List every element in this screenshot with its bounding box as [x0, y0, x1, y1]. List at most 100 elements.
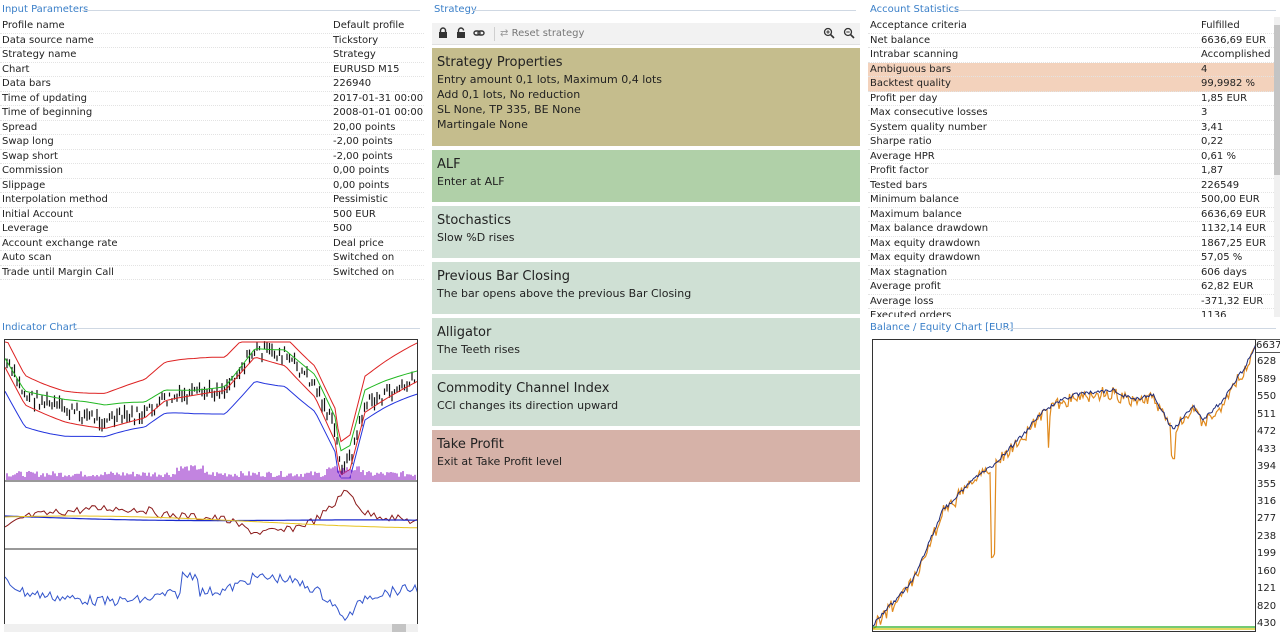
stat-label: Data bars [2, 78, 51, 89]
y-axis-tick-label: 121 [1257, 583, 1277, 595]
zoom-in-icon[interactable] [822, 27, 836, 41]
slot-name: Stochastics [437, 213, 512, 228]
strategy-slot-take-profit[interactable]: Take Profit Exit at Take Profit level [432, 430, 860, 482]
stat-row: Net balance 6636,69 EUR [868, 34, 1274, 48]
stat-value: -2,00 points [333, 136, 393, 147]
stat-label: Max balance drawdown [870, 223, 989, 234]
stat-label: Time of updating [2, 92, 88, 104]
stat-label: Profit per day [870, 92, 938, 104]
stat-row: Ambiguous bars 4 [868, 62, 1274, 77]
y-axis-tick-label: 238 [1257, 530, 1277, 542]
strategy-slot-alligator[interactable]: Alligator The Teeth rises [432, 318, 860, 370]
stat-value: 226940 [333, 78, 372, 89]
zoom-out-icon[interactable] [842, 27, 856, 41]
stat-label: Data source name [2, 34, 94, 46]
unlock-icon[interactable] [454, 27, 468, 41]
slot-name: Previous Bar Closing [437, 269, 570, 284]
indicator-chart[interactable] [4, 339, 418, 629]
stat-row: Backtest quality 99,9982 % [868, 77, 1274, 92]
y-axis-tick-label: 472 [1257, 426, 1277, 438]
stat-value: Tickstory [333, 34, 379, 46]
stat-label: Acceptance criteria [870, 20, 967, 31]
stat-value: 0,22 [1201, 136, 1224, 147]
strategy-title: Strategy [432, 3, 860, 17]
strategy-slot-previous-bar-closing[interactable]: Previous Bar Closing The bar opens above … [432, 262, 860, 314]
account-statistics-panel: Account Statistics Acceptance criteria Fu… [868, 3, 1280, 317]
stat-value: Deal price [333, 237, 384, 249]
stat-row: Commission 0,00 points [0, 164, 424, 179]
toolbar-separator [494, 27, 495, 41]
indicator-chart-panel: Indicator Chart [0, 321, 424, 632]
strategy-panel: Strategy ⇄ Reset strategy Strategy Prope… [432, 3, 860, 489]
y-axis-tick-label: 394 [1257, 461, 1277, 473]
stat-value: 0,00 points [333, 179, 390, 191]
stat-value: 2008-01-01 00:00 [333, 107, 424, 118]
balance-line [873, 344, 1255, 627]
stat-label: Maximum balance [870, 208, 962, 220]
indicator-chart-scrollbar[interactable] [4, 624, 418, 632]
stat-label: Max equity drawdown [870, 237, 981, 249]
stat-row: Intrabar scanning Accomplished [868, 48, 1274, 63]
strategy-slot-strategy-properties[interactable]: Strategy Properties Entry amount 0,1 lots… [432, 48, 860, 146]
indicator-chart-canvas [5, 341, 417, 622]
stat-row: Strategy name Strategy [0, 48, 424, 63]
balance-equity-chart[interactable] [872, 339, 1256, 632]
stat-label: Leverage [2, 223, 49, 234]
stat-label: Max consecutive losses [870, 107, 988, 118]
stat-label: Strategy name [2, 49, 77, 60]
y-axis-tick-label: 355 [1257, 478, 1277, 490]
stat-row: Max equity drawdown 1867,25 EUR [868, 237, 1274, 251]
stat-label: Ambiguous bars [870, 63, 952, 75]
stat-label: Spread [2, 121, 38, 133]
y-axis-tick-label: 277 [1257, 513, 1277, 525]
stat-value: Fulfilled [1201, 20, 1240, 31]
stat-label: Average HPR [870, 150, 935, 162]
statistics-scrollbar[interactable] [1274, 17, 1280, 317]
stat-label: Backtest quality [870, 78, 951, 89]
stat-row: Tested bars 226549 [868, 179, 1274, 193]
stat-label: Chart [2, 63, 30, 75]
stat-value: 1867,25 EUR [1201, 237, 1267, 249]
link-icon[interactable] [472, 27, 486, 41]
lock-icon[interactable] [436, 27, 450, 41]
balance-equity-canvas [873, 344, 1255, 630]
stat-row: Interpolation method Pessimistic [0, 193, 424, 208]
stat-label: Account exchange rate [2, 237, 118, 249]
reset-strategy-button[interactable]: ⇄ Reset strategy [500, 27, 584, 41]
stat-row: Auto scan Switched on [0, 251, 424, 266]
strategy-slot-stochastics[interactable]: Stochastics Slow %D rises [432, 206, 860, 258]
stat-row: Data source name Tickstory [0, 34, 424, 48]
stat-row: Initial Account 500 EUR [0, 208, 424, 222]
indicator-chart-scrollbar-thumb[interactable] [392, 624, 406, 632]
stat-value: 57,05 % [1201, 252, 1243, 263]
slot-name: ALF [437, 157, 461, 172]
stat-value: 606 days [1201, 266, 1247, 278]
stat-row: Swap short -2,00 points [0, 150, 424, 164]
y-axis-tick-label: 550 [1257, 391, 1277, 403]
stat-value: 6636,69 EUR [1201, 34, 1267, 46]
indicator-chart-title: Indicator Chart [0, 321, 424, 335]
y-axis-tick-label: 160 [1257, 565, 1277, 577]
stat-row: Time of updating 2017-01-31 00:00 [0, 92, 424, 106]
stat-row: Minimum balance 500,00 EUR [868, 193, 1274, 208]
stat-row: Max consecutive losses 3 [868, 106, 1274, 121]
strategy-slot-alf[interactable]: ALF Enter at ALF [432, 150, 860, 202]
balance-equity-y-axis: 6637 628 589 550 511 472 433 394 355 316 277 238 199… [1256, 339, 1280, 632]
statistics-scrollbar-thumb[interactable] [1274, 25, 1280, 175]
stat-row: Trade until Margin Call Switched on [0, 266, 424, 280]
stat-label: Interpolation method [2, 194, 108, 205]
y-axis-tick-label: 628 [1257, 356, 1277, 368]
stat-row: Average profit 62,82 EUR [868, 280, 1274, 295]
input-parameters-list: Profile name Default profile Data source n… [0, 19, 424, 280]
account-statistics-title: Account Statistics [868, 3, 1280, 17]
stat-row: Max balance drawdown 1132,14 EUR [868, 222, 1274, 237]
stat-label: Sharpe ratio [870, 136, 932, 147]
strategy-slot-commodity-channel-index[interactable]: Commodity Channel Index CCI changes its d… [432, 374, 860, 426]
slot-name: Strategy Properties [437, 55, 563, 70]
stat-value: 1132,14 EUR [1201, 223, 1267, 234]
stat-label: Intrabar scanning [870, 49, 959, 60]
stat-value: 1,87 [1201, 165, 1224, 176]
stat-row: Sharpe ratio 0,22 [868, 135, 1274, 150]
y-axis-tick-label: 430 [1257, 618, 1277, 629]
stat-label: Commission [2, 165, 64, 176]
